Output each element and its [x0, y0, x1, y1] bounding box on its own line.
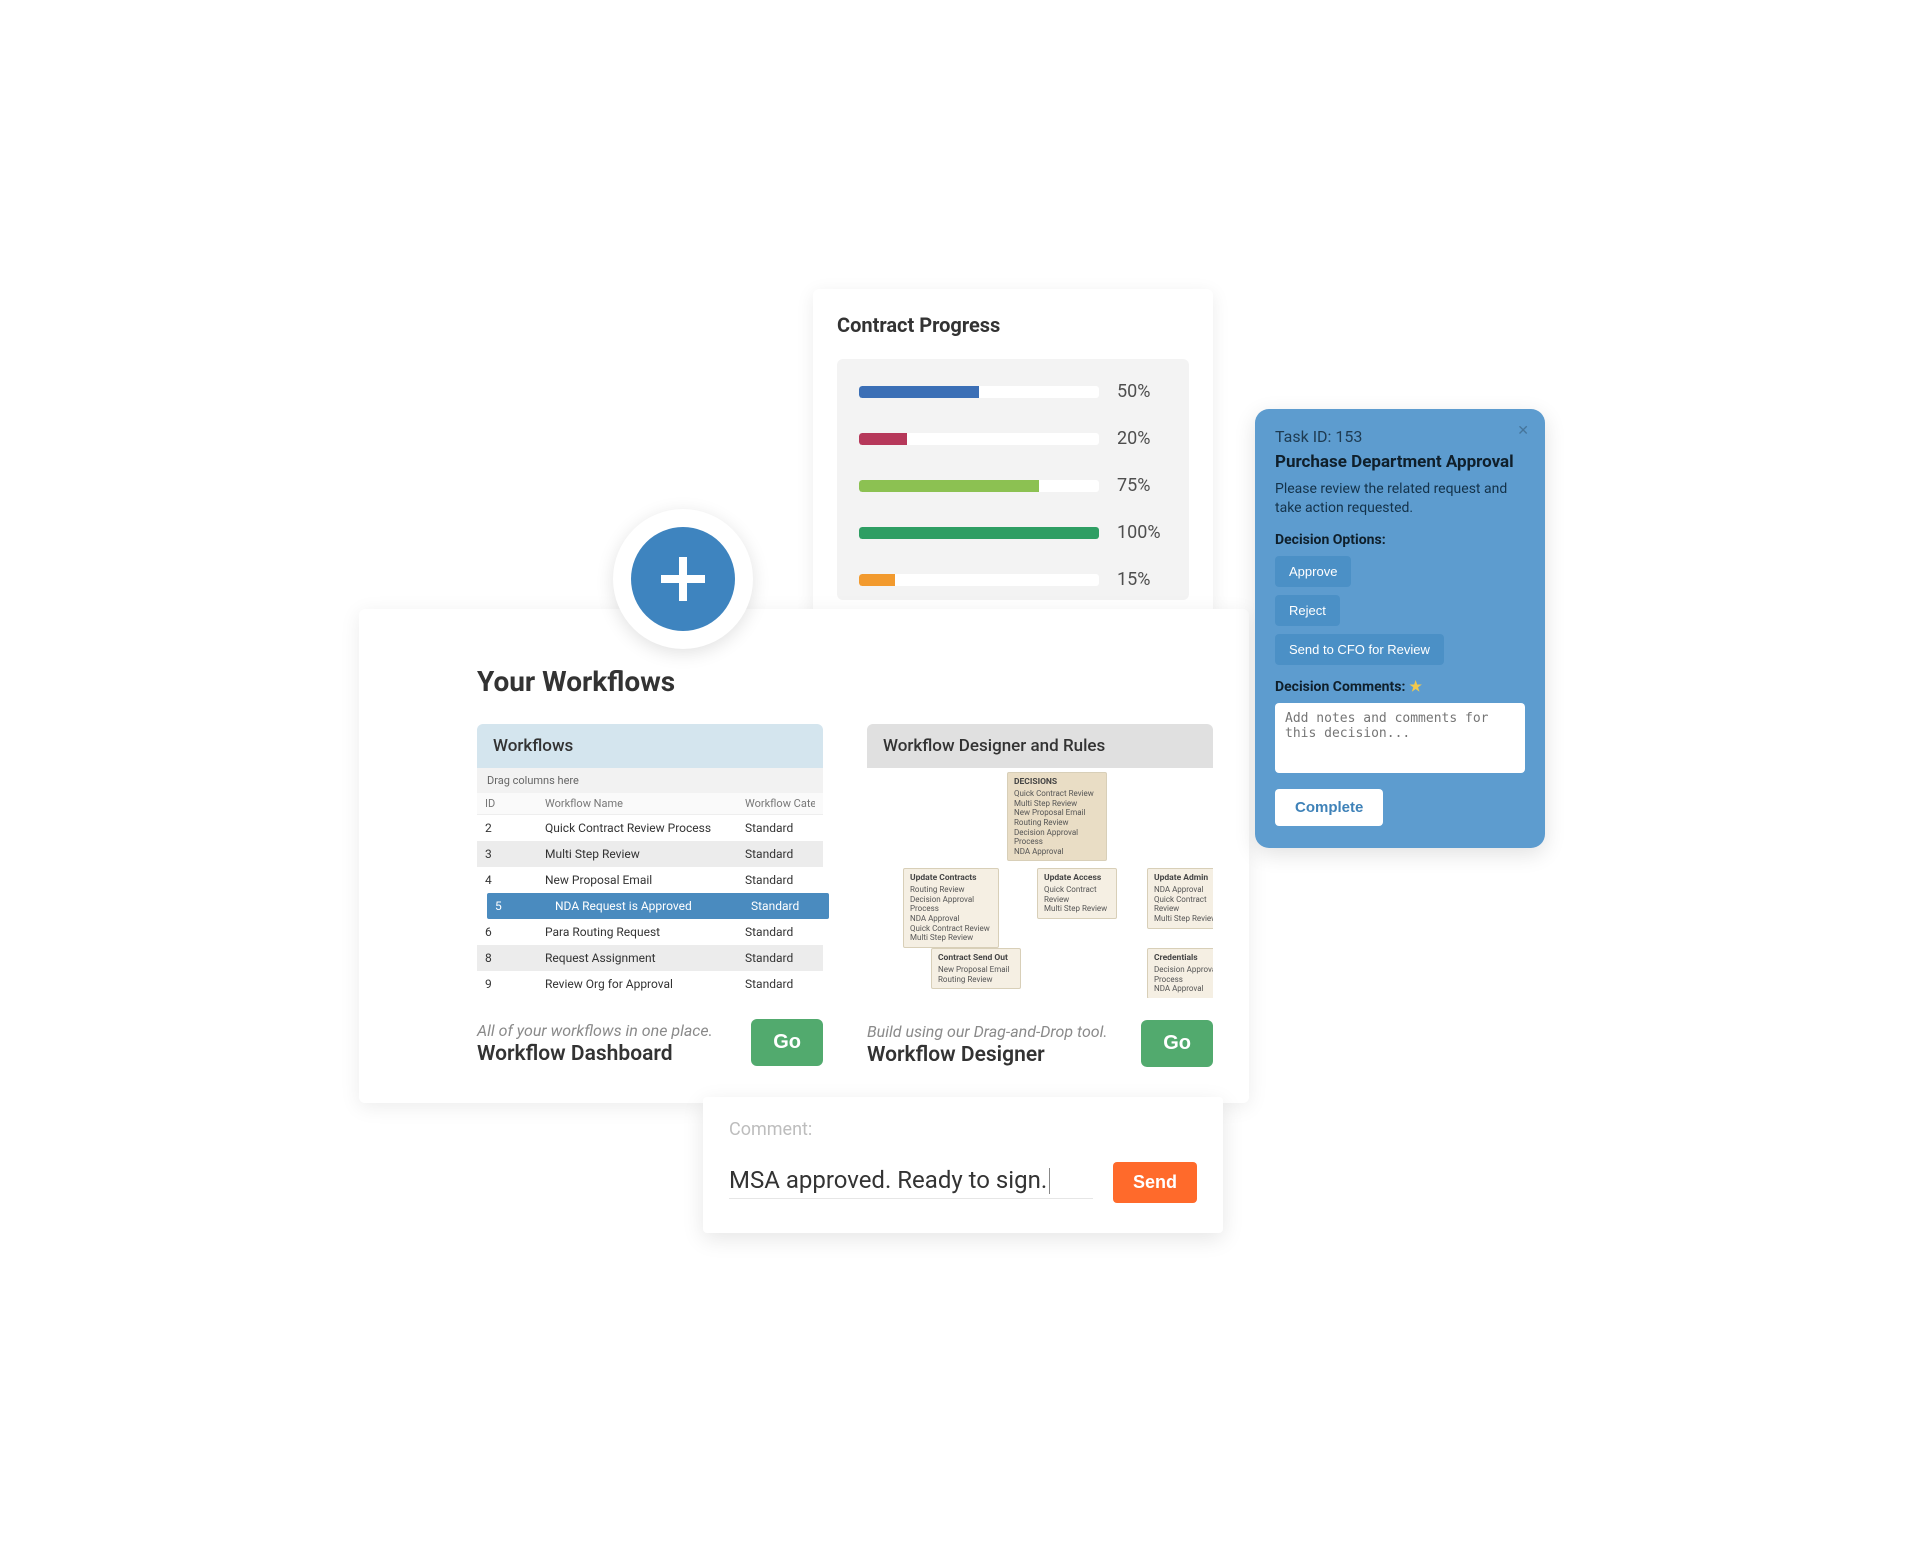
designer-panel-title: Workflow Designer and Rules	[867, 724, 1213, 768]
task-card: ✕ Task ID: 153 Purchase Department Appro…	[1255, 409, 1545, 848]
comment-text-value: MSA approved. Ready to sign.	[729, 1166, 1047, 1194]
progress-row: 75%	[859, 475, 1167, 496]
go-designer-button[interactable]: Go	[1141, 1020, 1213, 1067]
designer-title: Workflow Designer	[867, 1043, 1108, 1067]
dashboard-title: Workflow Dashboard	[477, 1042, 713, 1066]
workflows-card: Your Workflows Workflows Drag columns he…	[359, 609, 1249, 1103]
cell-id: 4	[485, 873, 545, 887]
task-id-label: Task ID: 153	[1275, 427, 1525, 446]
cell-name: Multi Step Review	[545, 847, 745, 861]
dashboard-subtitle: All of your workflows in one place.	[477, 1021, 713, 1040]
cell-cat: Standard	[745, 977, 815, 991]
contract-progress-card: Contract Progress 50% 20% 75% 100% 15%	[813, 289, 1213, 618]
table-row[interactable]: 2 Quick Contract Review Process Standard	[477, 815, 823, 841]
progress-body: 50% 20% 75% 100% 15%	[837, 359, 1189, 600]
workflow-designer-panel: Workflow Designer and Rules DECISIONS Qu…	[867, 724, 1213, 1067]
table-row[interactable]: 8 Request Assignment Standard	[477, 945, 823, 971]
cell-id: 6	[485, 925, 545, 939]
col-category[interactable]: Workflow Catego	[745, 797, 815, 810]
progress-row: 15%	[859, 569, 1167, 590]
comment-card: Comment: MSA approved. Ready to sign. Se…	[703, 1097, 1223, 1233]
progress-row: 50%	[859, 381, 1167, 402]
node-lines: Quick Contract Review Multi Step Review	[1044, 885, 1110, 914]
go-dashboard-button[interactable]: Go	[751, 1019, 823, 1066]
progress-fill-3	[859, 480, 1039, 492]
decision-options-label: Decision Options:	[1275, 532, 1525, 548]
node-lines: NDA Approval Quick Contract Review Multi…	[1154, 885, 1213, 923]
add-button[interactable]	[613, 509, 753, 649]
designer-node-decisions[interactable]: DECISIONS Quick Contract Review Multi St…	[1007, 772, 1107, 861]
required-star-icon: ★	[1409, 679, 1422, 695]
node-lines: Routing Review Decision Approval Process…	[910, 885, 992, 943]
cell-cat: Standard	[745, 821, 815, 835]
cell-name: Para Routing Request	[545, 925, 745, 939]
task-title: Purchase Department Approval	[1275, 452, 1525, 472]
table-row-selected[interactable]: 5 NDA Request is Approved Standard	[487, 893, 829, 919]
designer-subtitle: Build using our Drag-and-Drop tool.	[867, 1022, 1108, 1041]
node-lines: New Proposal Email Routing Review	[938, 965, 1014, 984]
table-row[interactable]: 3 Multi Step Review Standard	[477, 841, 823, 867]
cell-cat: Standard	[745, 925, 815, 939]
send-cfo-button[interactable]: Send to CFO for Review	[1275, 634, 1444, 665]
drag-columns-hint[interactable]: Drag columns here	[477, 768, 823, 793]
workflows-panel-title: Workflows	[477, 724, 823, 768]
designer-node[interactable]: Contract Send Out New Proposal Email Rou…	[931, 948, 1021, 989]
progress-row: 100%	[859, 522, 1167, 543]
workflows-heading: Your Workflows	[477, 665, 1213, 698]
comment-input[interactable]: MSA approved. Ready to sign.	[729, 1166, 1093, 1200]
cell-id: 9	[485, 977, 545, 991]
progress-fill-2	[859, 433, 907, 445]
comment-label: Comment:	[729, 1119, 1197, 1140]
cell-id: 2	[485, 821, 545, 835]
designer-node[interactable]: Update Admin NDA Approval Quick Contract…	[1147, 868, 1213, 929]
progress-fill-1	[859, 386, 979, 398]
progress-value-5: 15%	[1117, 569, 1167, 590]
progress-value-4: 100%	[1117, 522, 1167, 543]
designer-node[interactable]: Update Contracts Routing Review Decision…	[903, 868, 999, 948]
designer-canvas[interactable]: DECISIONS Quick Contract Review Multi St…	[867, 768, 1213, 998]
table-row[interactable]: 6 Para Routing Request Standard	[477, 919, 823, 945]
progress-row: 20%	[859, 428, 1167, 449]
table-row[interactable]: 9 Review Org for Approval Standard	[477, 971, 823, 997]
cell-id: 5	[495, 899, 555, 913]
cell-name: NDA Request is Approved	[555, 899, 751, 913]
cell-name: Review Org for Approval	[545, 977, 745, 991]
cell-name: New Proposal Email	[545, 873, 745, 887]
cell-id: 3	[485, 847, 545, 861]
cell-name: Request Assignment	[545, 951, 745, 965]
designer-node[interactable]: Credentials Decision Approval Process ND…	[1147, 948, 1213, 998]
cell-cat: Standard	[751, 899, 821, 913]
cell-cat: Standard	[745, 951, 815, 965]
cell-cat: Standard	[745, 847, 815, 861]
complete-button[interactable]: Complete	[1275, 789, 1383, 826]
decision-comments-label: Decision Comments:★	[1275, 679, 1525, 695]
text-cursor-icon	[1049, 1168, 1050, 1194]
progress-fill-4	[859, 527, 1099, 539]
col-name[interactable]: Workflow Name	[545, 797, 745, 810]
task-description: Please review the related request and ta…	[1275, 480, 1525, 518]
cell-name: Quick Contract Review Process	[545, 821, 745, 835]
node-lines: Quick Contract Review Multi Step Review …	[1014, 789, 1100, 856]
decision-comments-input[interactable]	[1275, 703, 1525, 773]
col-id[interactable]: ID	[485, 797, 545, 810]
reject-button[interactable]: Reject	[1275, 595, 1340, 626]
send-button[interactable]: Send	[1113, 1162, 1197, 1203]
node-lines: Decision Approval Process NDA Approval	[1154, 965, 1213, 994]
progress-value-3: 75%	[1117, 475, 1167, 496]
cell-id: 8	[485, 951, 545, 965]
progress-value-1: 50%	[1117, 381, 1167, 402]
decision-comments-text: Decision Comments:	[1275, 679, 1405, 695]
workflow-dashboard-panel: Workflows Drag columns here ID Workflow …	[477, 724, 823, 1067]
table-header-row: ID Workflow Name Workflow Catego	[477, 793, 823, 815]
plus-icon	[655, 551, 711, 607]
contract-progress-title: Contract Progress	[837, 313, 1189, 337]
table-row[interactable]: 4 New Proposal Email Standard	[477, 867, 823, 893]
designer-node[interactable]: Update Access Quick Contract Review Mult…	[1037, 868, 1117, 919]
close-icon[interactable]: ✕	[1517, 423, 1529, 439]
approve-button[interactable]: Approve	[1275, 556, 1351, 587]
cell-cat: Standard	[745, 873, 815, 887]
progress-value-2: 20%	[1117, 428, 1167, 449]
progress-fill-5	[859, 574, 895, 586]
